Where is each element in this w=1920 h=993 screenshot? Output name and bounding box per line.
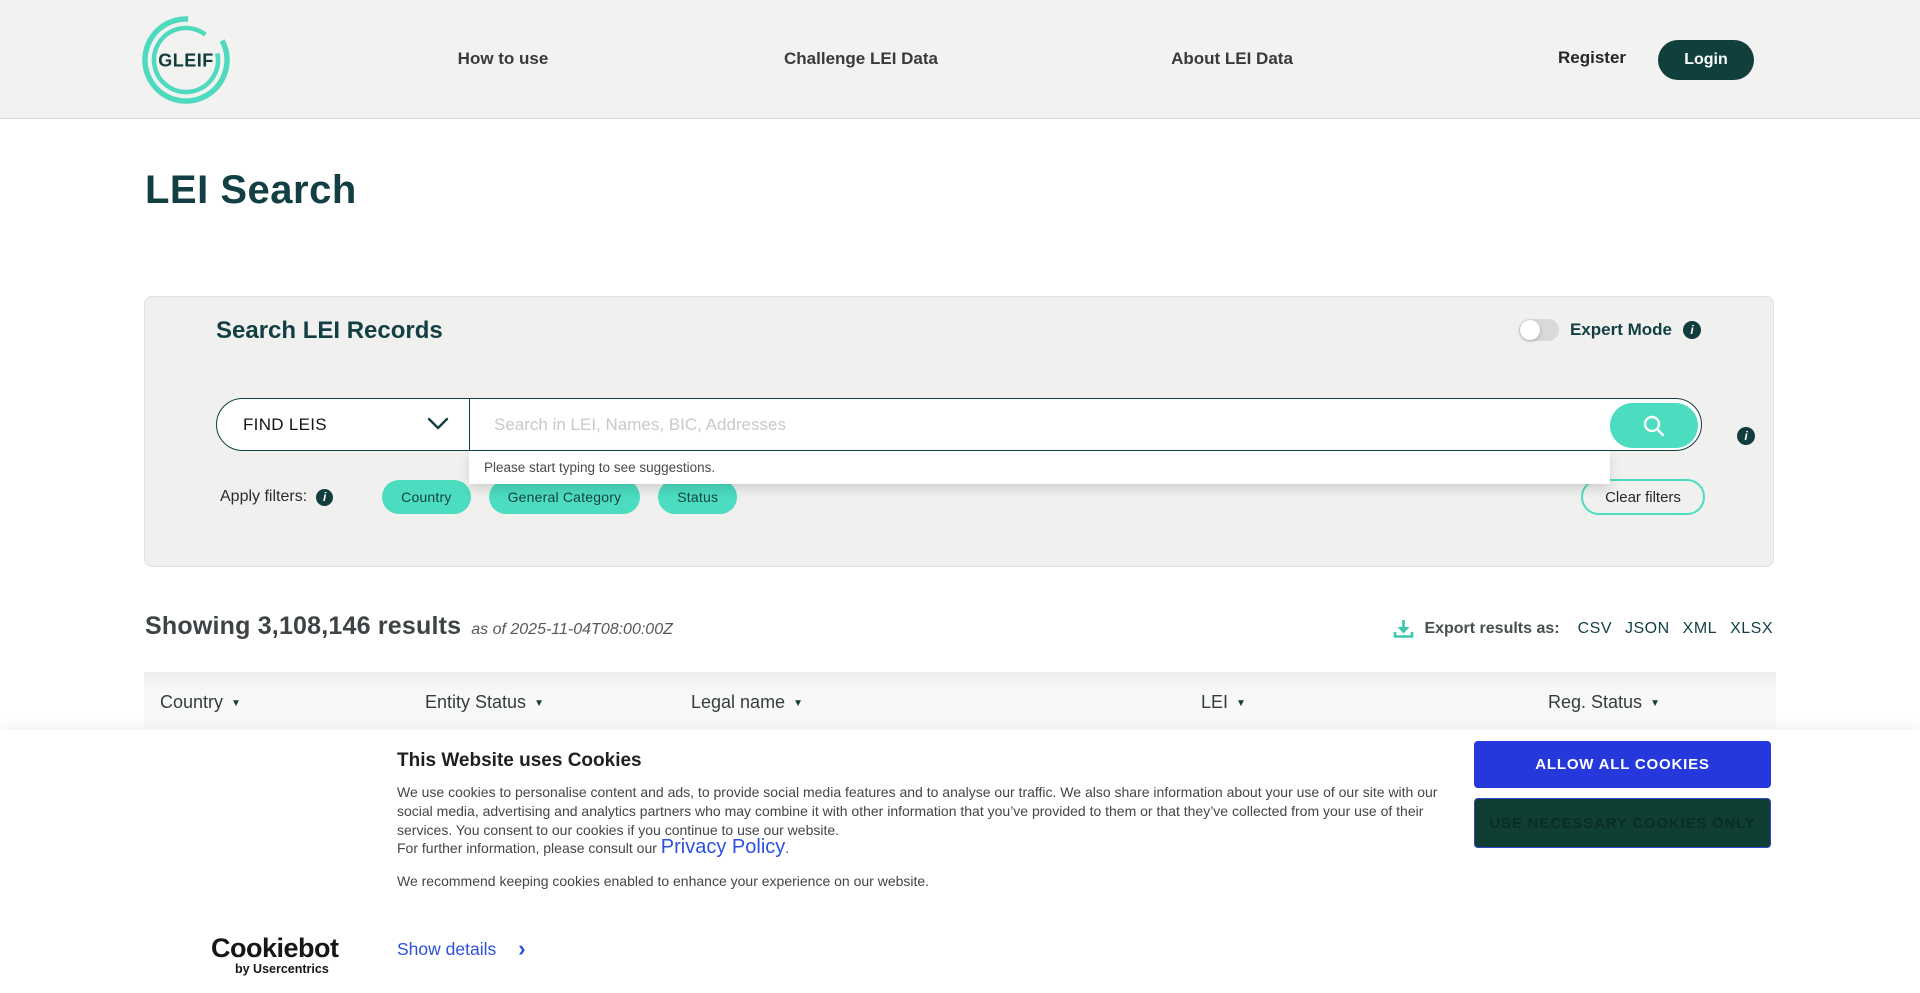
sort-icon: ▼	[793, 698, 803, 709]
export-csv-link[interactable]: CSV	[1578, 620, 1612, 638]
login-button[interactable]: Login	[1658, 40, 1754, 80]
search-input[interactable]	[470, 399, 1600, 450]
expert-mode-label: Expert Mode	[1569, 320, 1672, 339]
column-header-reg-status[interactable]: Reg. Status ▼	[1548, 692, 1660, 713]
allow-all-cookies-button[interactable]: ALLOW ALL COOKIES	[1474, 741, 1771, 788]
cookie-recommend-text: We recommend keeping cookies enabled to …	[397, 873, 930, 889]
chevron-right-icon: ›	[518, 936, 526, 961]
sort-icon: ▼	[1650, 698, 1660, 709]
search-input-wrap	[469, 398, 1702, 451]
show-details-link[interactable]: Show details ›	[397, 938, 526, 960]
search-row: FIND LEIS Please start typing to see sug…	[216, 398, 1702, 484]
search-panel-title: Search LEI Records	[216, 317, 443, 344]
toggle-knob	[1519, 320, 1540, 340]
cookie-banner: Cookiebot by Usercentrics This Website u…	[0, 730, 1920, 993]
column-label: Reg. Status	[1548, 692, 1643, 712]
download-icon	[1394, 620, 1414, 638]
cookiebot-logo[interactable]: Cookiebot by Usercentrics	[211, 933, 339, 976]
chevron-down-icon	[427, 417, 449, 430]
expert-mode-group: Expert Mode i	[1518, 319, 1701, 341]
header: GLEIF How to use Challenge LEI Data Abou…	[0, 0, 1920, 119]
cookie-banner-title: This Website uses Cookies	[397, 750, 642, 771]
cookie-banner-body: We use cookies to personalise content an…	[397, 783, 1437, 840]
filter-chips: Country General Category Status	[382, 480, 738, 514]
info-icon[interactable]: i	[1683, 321, 1701, 339]
clear-filters-button[interactable]: Clear filters	[1581, 479, 1705, 515]
cookiebot-byline: by Usercentrics	[235, 962, 329, 976]
search-panel: Search LEI Records Expert Mode i FIND LE…	[144, 296, 1774, 567]
cookie-body-line: social media, advertising and analytics …	[397, 803, 1424, 819]
info-icon[interactable]: i	[1737, 427, 1755, 445]
export-label: Export results as:	[1424, 619, 1560, 637]
search-button[interactable]	[1610, 403, 1698, 448]
column-header-legal-name[interactable]: Legal name ▼	[691, 692, 803, 713]
cookie-further-info: For further information, please consult …	[397, 836, 789, 859]
filters-row: Apply filters: i Country General Categor…	[220, 480, 738, 514]
use-necessary-cookies-button[interactable]: USE NECESSARY COOKIES ONLY	[1474, 798, 1771, 848]
expert-mode-toggle[interactable]	[1518, 319, 1559, 341]
results-as-of: as of 2025-11-04T08:00:00Z	[471, 621, 673, 638]
show-details-label: Show details	[397, 938, 497, 959]
export-xml-link[interactable]: XML	[1683, 620, 1717, 638]
register-link[interactable]: Register	[1558, 48, 1626, 68]
search-type-label: FIND LEIS	[243, 414, 327, 434]
cookie-body-line: We use cookies to personalise content an…	[397, 784, 1438, 800]
filter-chip-general-category[interactable]: General Category	[488, 480, 641, 514]
cookiebot-name: Cookiebot	[211, 933, 339, 963]
search-type-dropdown[interactable]: FIND LEIS	[216, 398, 470, 451]
column-header-country[interactable]: Country ▼	[160, 692, 241, 713]
sort-icon: ▼	[231, 698, 241, 709]
results-table-header: Country ▼ Entity Status ▼ Legal name ▼ LEI ▼…	[144, 672, 1776, 728]
info-icon[interactable]: i	[316, 488, 334, 506]
further-info-prefix: For further information, please consult …	[397, 840, 661, 856]
nav-how-to-use[interactable]: How to use	[458, 49, 549, 69]
export-group: Export results as: CSV JSON XML XLSX	[1393, 618, 1773, 639]
search-suggestion-hint: Please start typing to see suggestions.	[469, 451, 1610, 484]
column-label: Country	[160, 692, 224, 712]
filter-chip-country[interactable]: Country	[382, 480, 471, 514]
export-links: CSV JSON XML XLSX	[1578, 620, 1773, 638]
further-info-suffix: .	[785, 840, 790, 856]
results-summary: Showing 3,108,146 results as of 2025-11-…	[145, 612, 673, 641]
nav-challenge-lei-data[interactable]: Challenge LEI Data	[784, 49, 938, 69]
column-header-entity-status[interactable]: Entity Status ▼	[425, 692, 544, 713]
sort-icon: ▼	[1236, 698, 1246, 709]
page-title: LEI Search	[145, 168, 357, 212]
svg-text:GLEIF: GLEIF	[158, 51, 214, 71]
filter-chip-status[interactable]: Status	[658, 480, 738, 514]
gleif-logo[interactable]: GLEIF	[140, 14, 232, 106]
export-json-link[interactable]: JSON	[1625, 620, 1670, 638]
column-label: LEI	[1201, 692, 1229, 712]
lei-search-page: GLEIF How to use Challenge LEI Data Abou…	[0, 0, 1920, 993]
privacy-policy-link[interactable]: Privacy Policy	[661, 836, 785, 858]
sort-icon: ▼	[534, 698, 544, 709]
nav-about-lei-data[interactable]: About LEI Data	[1171, 49, 1293, 69]
column-label: Legal name	[691, 692, 786, 712]
gleif-logo-icon: GLEIF	[142, 16, 230, 104]
export-xlsx-link[interactable]: XLSX	[1730, 620, 1773, 638]
column-label: Entity Status	[425, 692, 527, 712]
search-icon	[1643, 415, 1665, 436]
column-header-lei[interactable]: LEI ▼	[1201, 692, 1246, 713]
results-count: Showing 3,108,146 results	[145, 612, 462, 640]
apply-filters-label: Apply filters:	[220, 488, 308, 505]
